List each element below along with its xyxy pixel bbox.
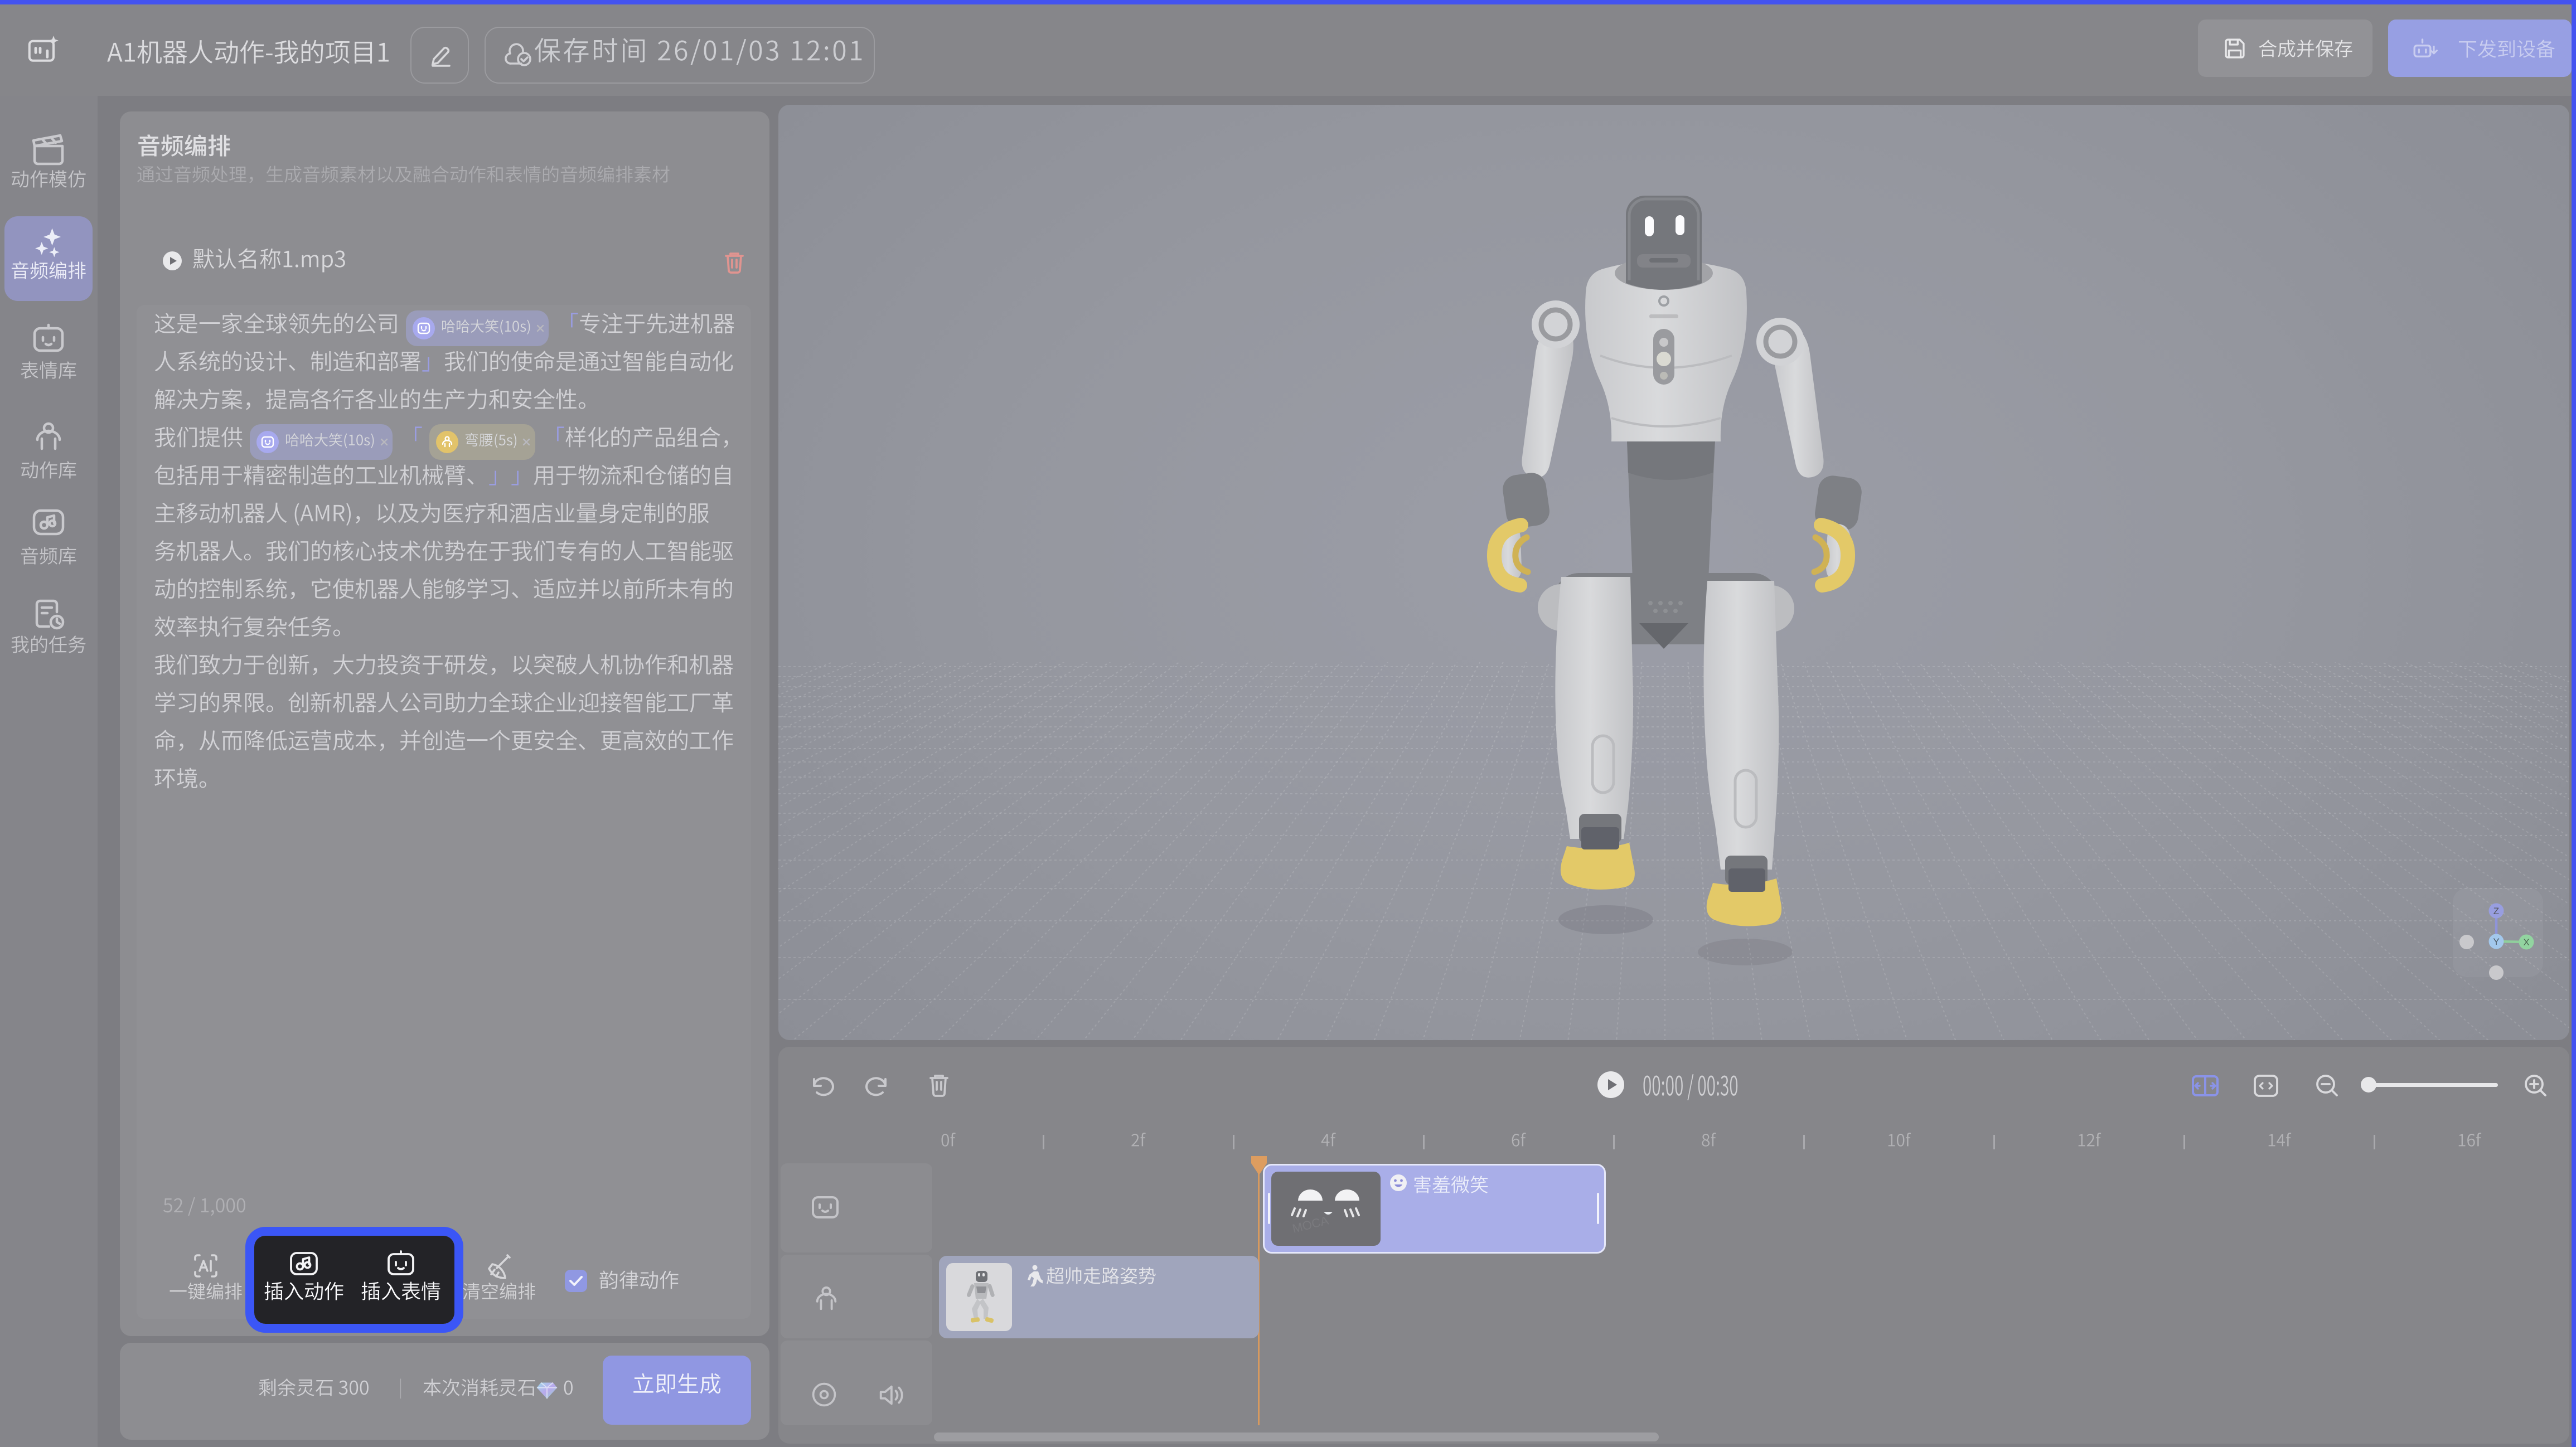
svg-text:Y: Y	[2493, 936, 2499, 947]
svg-text:X: X	[2523, 937, 2529, 948]
svg-text:Z: Z	[2493, 906, 2499, 916]
